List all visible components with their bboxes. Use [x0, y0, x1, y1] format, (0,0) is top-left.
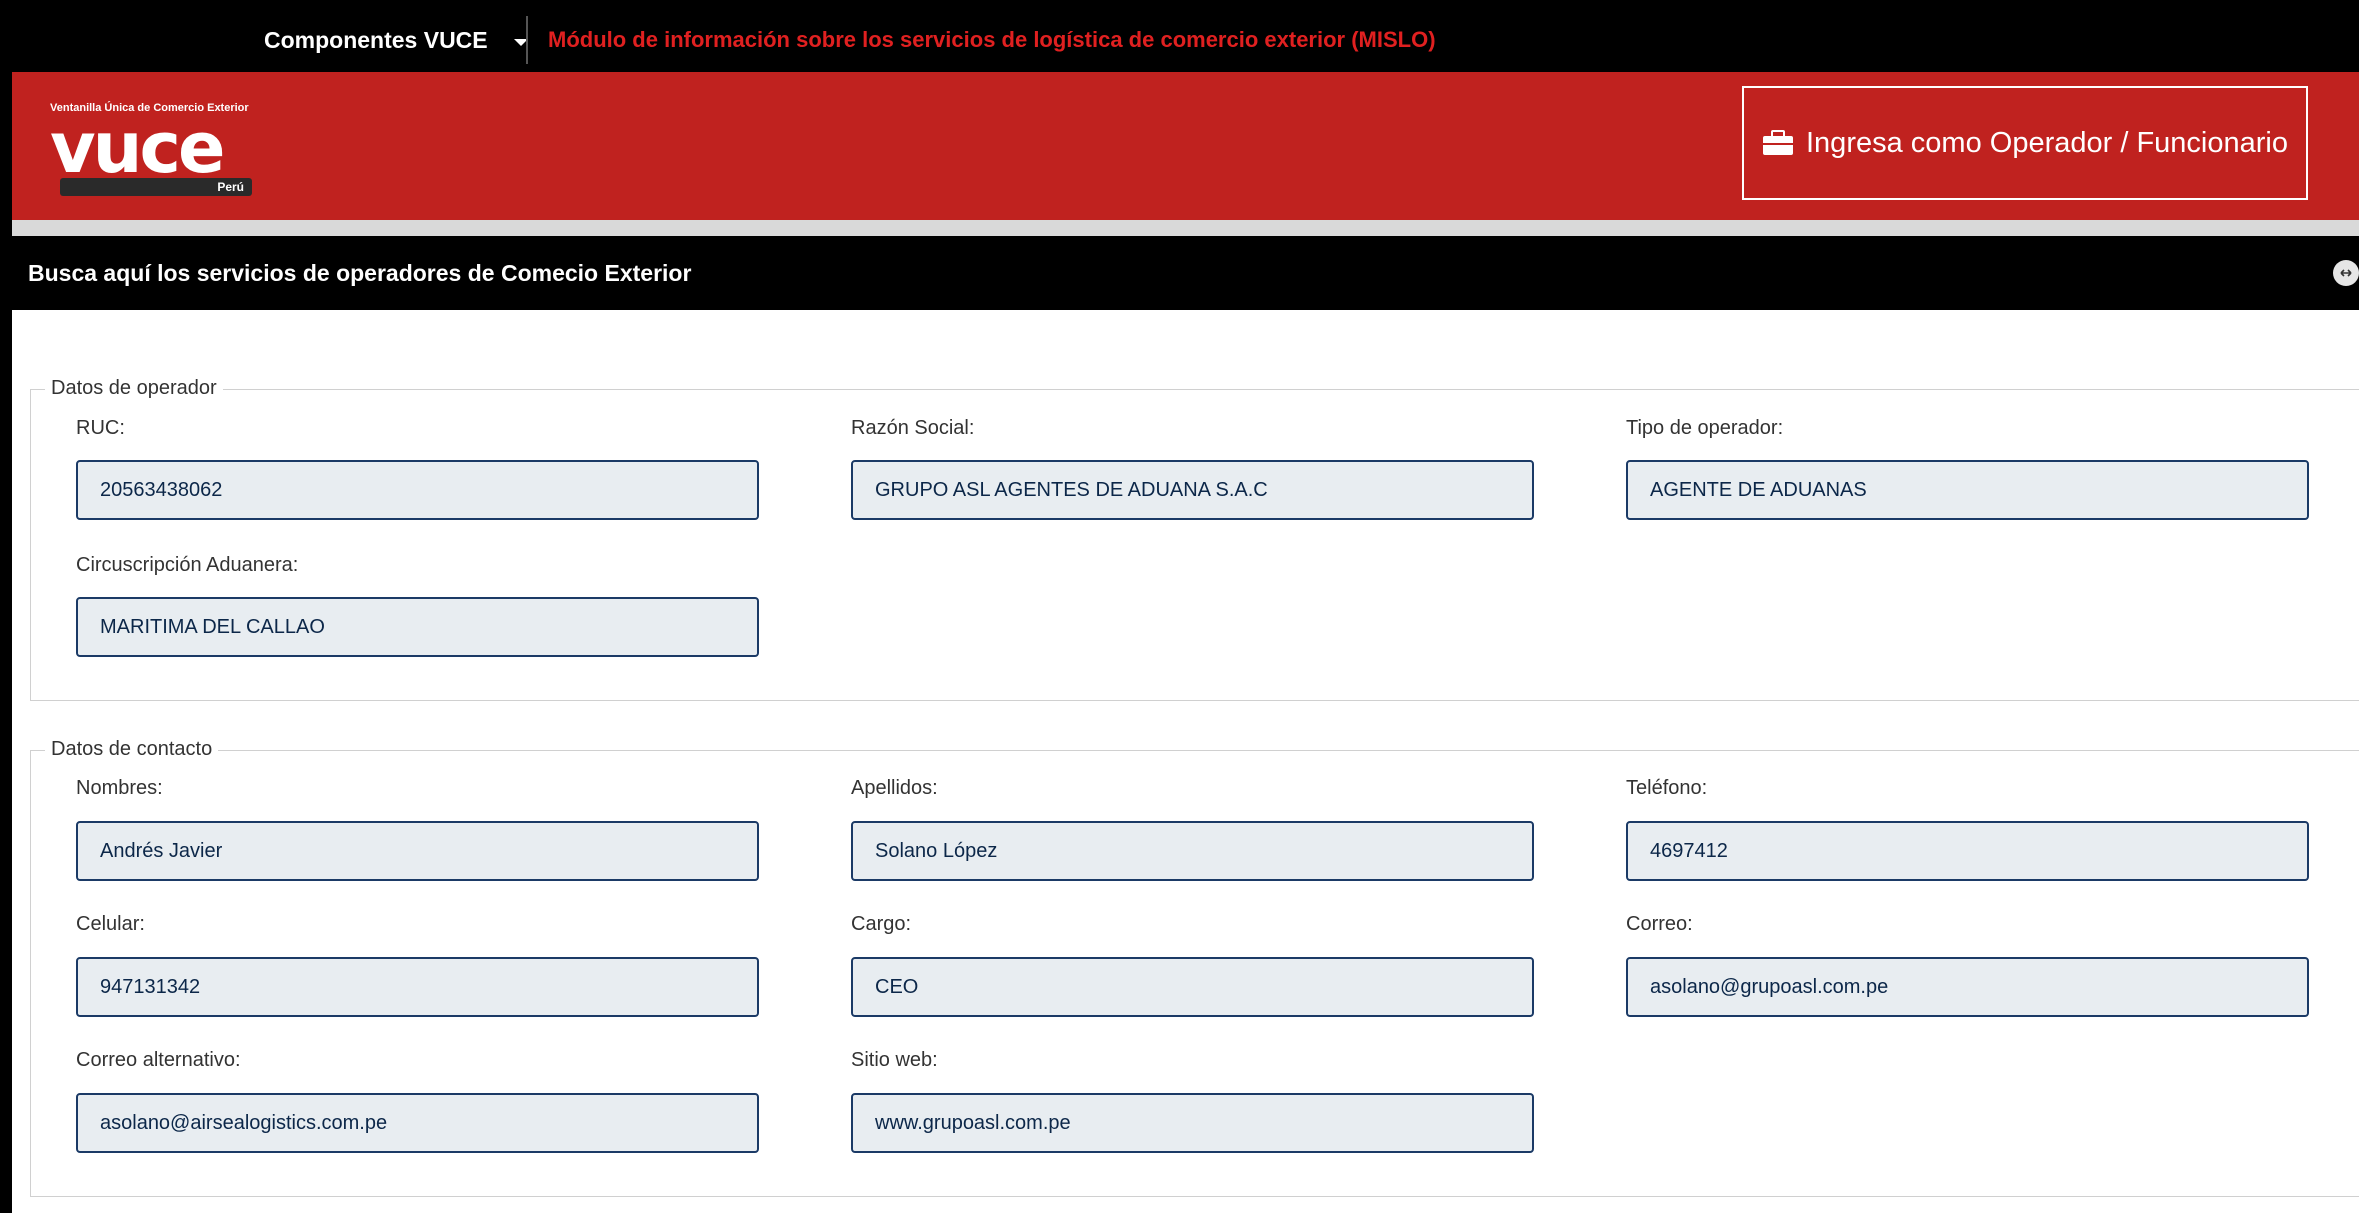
briefcase-icon: [1763, 130, 1793, 155]
window-frame-left: [0, 0, 12, 1213]
vuce-logo[interactable]: Ventanilla Única de Comercio Exterior vu…: [50, 102, 260, 198]
module-title: Módulo de información sobre los servicio…: [548, 27, 1436, 52]
correo-alternativo-field[interactable]: asolano@airsealogistics.com.pe: [76, 1093, 759, 1153]
apellidos-field[interactable]: Solano López: [851, 821, 1534, 881]
contact-data-legend: Datos de contacto: [45, 738, 219, 761]
section-title: Busca aquí los servicios de operadores d…: [28, 260, 692, 286]
circunscripcion-label: Circuscripción Aduanera:: [76, 554, 299, 576]
nombres-label: Nombres:: [76, 777, 163, 799]
section-title-bar: Busca aquí los servicios de operadores d…: [12, 236, 2359, 310]
operator-data-legend: Datos de operador: [45, 377, 223, 400]
login-button[interactable]: Ingresa como Operador / Funcionario: [1742, 86, 2308, 200]
logo-wordmark: vuce: [50, 107, 225, 189]
razon-social-label: Razón Social:: [851, 417, 975, 439]
logo-country: Perú: [217, 180, 244, 194]
brand-header: Ventanilla Única de Comercio Exterior vu…: [12, 72, 2359, 220]
tipo-operador-label: Tipo de operador:: [1626, 417, 1784, 439]
components-dropdown-label: Componentes VUCE: [264, 27, 488, 53]
header-divider-strip: [12, 220, 2359, 236]
tipo-operador-field[interactable]: AGENTE DE ADUANAS: [1626, 460, 2309, 520]
circunscripcion-field[interactable]: MARITIMA DEL CALLAO: [76, 597, 759, 657]
razon-social-field[interactable]: GRUPO ASL AGENTES DE ADUANA S.A.C: [851, 460, 1534, 520]
operator-data-fieldset: Datos de operador RUC: 20563438062 Razón…: [30, 377, 2359, 701]
celular-field[interactable]: 947131342: [76, 957, 759, 1017]
sitio-web-label: Sitio web:: [851, 1049, 938, 1071]
components-dropdown[interactable]: Componentes VUCE: [264, 8, 528, 72]
telefono-field[interactable]: 4697412: [1626, 821, 2309, 881]
correo-field[interactable]: asolano@grupoasl.com.pe: [1626, 957, 2309, 1017]
ruc-field[interactable]: 20563438062: [76, 460, 759, 520]
login-button-label: Ingresa como Operador / Funcionario: [1806, 126, 2288, 159]
nombres-field[interactable]: Andrés Javier: [76, 821, 759, 881]
correo-label: Correo:: [1626, 913, 1693, 935]
navbar-divider: [526, 16, 528, 64]
cargo-field[interactable]: CEO: [851, 957, 1534, 1017]
window-frame-top: [0, 0, 2359, 8]
ruc-label: RUC:: [76, 417, 125, 439]
contact-data-fieldset: Datos de contacto Nombres: Andrés Javier…: [30, 738, 2359, 1197]
apellidos-label: Apellidos:: [851, 777, 938, 799]
sitio-web-field[interactable]: www.grupoasl.com.pe: [851, 1093, 1534, 1153]
correo-alternativo-label: Correo alternativo:: [76, 1049, 241, 1071]
expand-icon[interactable]: [2333, 260, 2359, 286]
cargo-label: Cargo:: [851, 913, 912, 935]
top-navbar: Componentes VUCE Módulo de información s…: [12, 8, 2359, 72]
logo-bar: Perú: [60, 178, 252, 196]
celular-label: Celular:: [76, 913, 145, 935]
telefono-label: Teléfono:: [1626, 777, 1708, 799]
